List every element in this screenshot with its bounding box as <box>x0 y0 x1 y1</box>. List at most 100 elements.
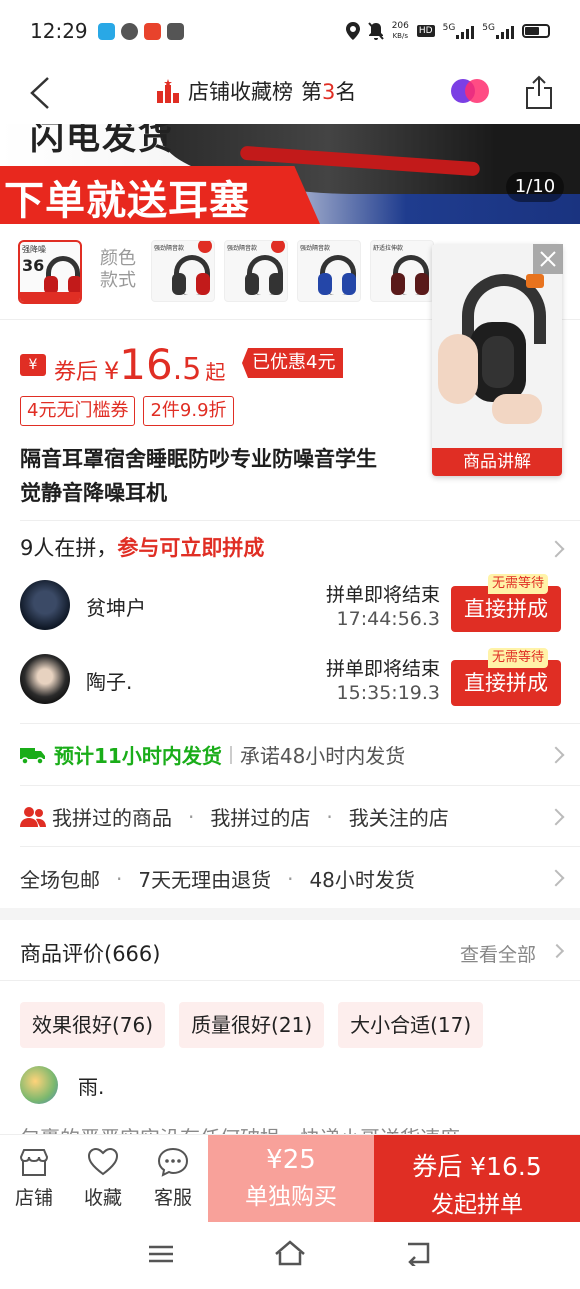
review-tag[interactable]: 质量很好(21) <box>179 1002 325 1048</box>
signal-bars-icon <box>456 23 475 39</box>
shipping-row[interactable]: 预计11小时内发货 承诺48小时内发货 <box>20 740 405 769</box>
group-label: 发起拼单 <box>431 1192 523 1218</box>
status-bar: 12:29 206 KB/s HD 5G 5G <box>0 0 580 62</box>
product-title-line1: 隔音耳罩宿舍睡眠防吵专业防噪音学生 <box>20 447 377 471</box>
product-video-card[interactable]: 商品讲解 <box>432 244 562 476</box>
status-right: 206 KB/s HD 5G 5G <box>345 21 550 41</box>
product-title-line2: 觉静音降噪耳机 <box>20 481 167 505</box>
banner-top-text: 闪电发货 <box>30 124 174 158</box>
store-icon <box>19 1149 49 1176</box>
coupon-icon: ¥ <box>20 353 46 376</box>
price-decimal: .5 <box>172 352 202 387</box>
net-speed-unit: KB/s <box>392 32 408 40</box>
coupon-tag[interactable]: 4元无门槛券 <box>20 396 136 426</box>
no-wait-badge: 无需等待 <box>488 648 549 668</box>
store-rank[interactable]: 店铺收藏榜 第3名 <box>156 76 356 106</box>
view-all-reviews-link[interactable]: 查看全部 <box>460 940 536 967</box>
mute-icon <box>367 22 384 40</box>
back-icon[interactable] <box>404 1240 434 1266</box>
history-link-followed[interactable]: 我关注的店 <box>349 802 449 831</box>
sku-thumb-2[interactable]: 强劲隔音款 <box>224 240 288 302</box>
divider <box>20 785 580 786</box>
service-label: 客服 <box>153 1187 192 1209</box>
signal-5g-1: 5G <box>443 23 475 39</box>
store-rank-label: 店铺收藏榜 <box>188 80 293 104</box>
product-banner[interactable]: 闪电发货 下单就送耳塞 1/10 <box>0 124 580 224</box>
divider <box>0 980 580 981</box>
nav-bar: 店铺收藏榜 第3名 <box>0 62 580 124</box>
net-speed-value: 206 <box>391 21 409 31</box>
section-gap <box>0 908 580 920</box>
store-button[interactable]: 店铺 <box>4 1147 64 1210</box>
heart-icon <box>87 1147 119 1176</box>
group-count: 9人在拼， <box>20 536 118 560</box>
sku-main-label: 强降噪 <box>22 245 46 254</box>
brand-logo-icon[interactable] <box>450 76 490 106</box>
buy-alone-button[interactable]: ¥25 单独购买 <box>208 1135 374 1223</box>
chevron-right-icon <box>549 943 565 959</box>
review-tags: 效果很好(76) 质量很好(21) 大小合适(17) <box>20 1002 484 1048</box>
history-row[interactable]: 我拼过的商品 · 我拼过的店 · 我关注的店 <box>20 802 449 831</box>
avatar <box>20 654 70 704</box>
store-rank-position: 第3名 <box>301 80 357 104</box>
sku-thumb-3[interactable]: 强劲隔音款 <box>297 240 361 302</box>
group-cta: 参与可立即拼成 <box>117 536 265 560</box>
store-label: 店铺 <box>14 1187 53 1209</box>
chevron-right-icon <box>547 808 565 826</box>
price-integer: 16 <box>119 340 173 389</box>
back-button[interactable] <box>26 74 56 112</box>
group-buy-header[interactable]: 9人在拼，参与可立即拼成 <box>20 532 264 562</box>
group-timer: 15:35:19.3 <box>336 682 440 704</box>
status-time: 12:29 <box>30 19 88 43</box>
dot-separator: · <box>287 866 294 891</box>
buy-alone-price: ¥25 <box>266 1145 316 1175</box>
shipping-estimate: 预计11小时内发货 <box>54 744 222 768</box>
hd-icon: HD <box>416 25 435 37</box>
favorite-label: 收藏 <box>83 1187 122 1209</box>
review-tag[interactable]: 效果很好(76) <box>20 1002 166 1048</box>
sku-main-number: 36 <box>22 256 45 275</box>
review-tag[interactable]: 大小合适(17) <box>338 1002 484 1048</box>
coupon-tag[interactable]: 2件9.9折 <box>143 396 234 426</box>
sku-selected-thumb[interactable]: 强降噪 36 <box>18 240 82 304</box>
chat-icon <box>157 1147 189 1177</box>
signal-bars-icon <box>496 23 514 39</box>
history-link-products[interactable]: 我拼过的商品 <box>52 802 172 831</box>
discount-badge: 已优惠4元 <box>242 348 344 378</box>
hot-badge-icon <box>198 241 212 253</box>
reviews-title: 商品评价(666) <box>20 942 161 966</box>
bottom-action-bar: 店铺 收藏 客服 ¥25 单独购买 券后 ¥16.5 发起拼单 <box>0 1134 580 1223</box>
menu-icon[interactable] <box>148 1244 174 1264</box>
sku-thumb-1[interactable]: 强劲隔音款 <box>151 240 215 302</box>
truck-icon <box>20 747 45 765</box>
chevron-right-icon <box>547 869 565 887</box>
favorite-button[interactable]: 收藏 <box>73 1147 133 1210</box>
group-status: 拼单即将结束 <box>325 584 440 606</box>
close-video-button[interactable] <box>533 244 563 274</box>
customer-service-button[interactable]: 客服 <box>143 1147 203 1210</box>
services-row[interactable]: 全场包邮 · 7天无理由退货 · 48小时发货 <box>20 864 415 893</box>
sku-label[interactable]: 颜色 款式 <box>100 248 136 292</box>
home-icon[interactable] <box>274 1238 306 1268</box>
service-item: 全场包邮 <box>20 868 100 892</box>
divider <box>20 520 580 521</box>
share-button[interactable] <box>524 74 554 110</box>
page-indicator: 1/10 <box>506 172 564 202</box>
dot-separator: · <box>326 804 333 829</box>
start-group-button[interactable]: 券后 ¥16.5 发起拼单 <box>374 1135 580 1223</box>
price-row: ¥ 券后 ¥ 16 .5 起 <box>20 340 225 389</box>
price-prefix: 券后 <box>54 360 99 385</box>
divider <box>20 846 580 847</box>
service-item: 48小时发货 <box>309 868 415 892</box>
sku-thumb-4[interactable]: 舒适拉伸款 <box>370 240 434 302</box>
close-icon <box>540 251 556 267</box>
users-icon <box>20 806 46 827</box>
play-icon <box>166 22 184 40</box>
sku-main-tag <box>20 292 80 302</box>
divider <box>20 723 580 724</box>
location-icon <box>345 22 360 40</box>
service-item: 7天无理由退货 <box>138 868 272 892</box>
review-user: 雨. <box>20 1066 104 1104</box>
history-link-stores[interactable]: 我拼过的店 <box>210 802 310 831</box>
group-row: 陶子. 拼单即将结束 15:35:19.3 直接拼成 无需等待 <box>20 648 580 714</box>
